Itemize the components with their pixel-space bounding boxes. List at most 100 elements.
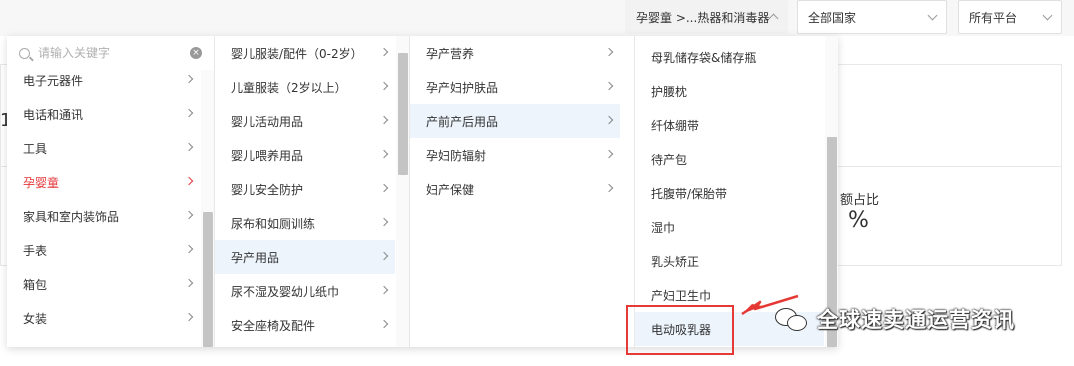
chevron-right-icon [379,319,389,329]
chevron-right-icon [379,47,389,57]
country-select-value: 全部国家 [808,10,857,25]
cascader-item-label: 手表 [23,243,48,258]
cascader-item[interactable]: 工具 [7,131,200,165]
search-input[interactable] [38,46,178,60]
category-cascader: 女装箱包手表家具和室内装饰品孕婴童工具电话和通讯电子元器件 × 安全座椅及配件尿… [7,36,838,347]
watermark: 全球速卖通运营资讯 [775,304,1015,334]
cascader-item-label: 安全座椅及配件 [231,318,316,333]
scrollbar[interactable] [201,70,214,347]
chevron-right-icon [604,149,614,159]
chevron-right-icon [184,74,194,84]
cascader-item[interactable]: 待产包 [635,142,824,176]
cascader-item-label: 产前产后用品 [426,114,499,129]
cascader-item-label: 孕婴童 [23,175,60,190]
chevron-right-icon [379,115,389,125]
cascader-column-3: 妇产保健 孕妇防辐射 产前产后用品 孕产妇护肤品 孕产营养 [410,36,635,347]
chevron-right-icon [604,47,614,57]
cascader-item-label: 孕妇防辐射 [426,148,487,163]
clear-icon[interactable]: × [190,47,202,59]
cascader-item-label: 工具 [23,141,48,156]
cascader-item-label: 尿不湿及婴幼儿纸巾 [231,284,340,299]
cascader-item[interactable]: 尿不湿及婴幼儿纸巾 [215,274,395,308]
cascader-item[interactable]: 安全座椅及配件 [215,308,395,342]
chevron-right-icon [184,312,194,322]
chevron-right-icon [379,285,389,295]
chevron-right-icon [379,217,389,227]
cascader-item-label: 箱包 [23,277,48,292]
cascader-item[interactable]: 孕妇防辐射 [410,138,620,172]
dashboard-metric-value: % [848,208,869,233]
chevron-right-icon [379,251,389,261]
scrollbar-thumb[interactable] [398,53,408,175]
cascader-column-2: 安全座椅及配件 尿不湿及婴幼儿纸巾 孕产用品 尿布和如厕训练 婴儿安全防护 婴儿喂养用品婴… [215,36,410,347]
cascader-item-label: 托腹带/保胎带 [651,186,728,201]
cascader-item-label: 电话和通讯 [23,107,84,122]
cascader-item[interactable]: 婴儿服装/配件（0-2岁） [215,36,395,70]
cascader-item-label: 儿童服装（2岁以上） [231,80,347,95]
cascader-item-label: 妇产保健 [426,182,475,197]
cascader-item-label: 产妇卫生巾 [651,288,712,303]
cascader-item[interactable]: 孕产用品 [215,240,395,274]
cascader-item[interactable]: 手表 [7,233,200,267]
cascader-item[interactable]: 儿童服装（2岁以上） [215,70,395,104]
chevron-right-icon [379,149,389,159]
cascader-item[interactable]: 电话和通讯 [7,97,200,131]
cascader-item[interactable]: 箱包 [7,267,200,301]
cascader-item-label: 孕产营养 [426,46,475,61]
watermark-text: 全球速卖通运营资讯 [817,308,1015,332]
scrollbar[interactable] [396,36,409,347]
cascader-item[interactable]: 湿巾 [635,210,824,244]
dashboard-metric-label: 额占比 [840,193,880,208]
cascader-item[interactable]: 护腰枕 [635,74,824,108]
cascader-item-label: 婴儿安全防护 [231,182,304,197]
chevron-right-icon [184,176,194,186]
cascader-item[interactable]: 婴儿安全防护 [215,172,395,206]
chevron-right-icon [379,81,389,91]
chevron-down-icon [927,10,938,21]
platform-select-value: 所有平台 [969,10,1018,25]
chevron-right-icon [184,108,194,118]
scrollbar-thumb[interactable] [203,212,213,347]
cascader-item[interactable]: 尿布和如厕训练 [215,206,395,240]
cascader-item[interactable]: 家具和室内装饰品 [7,199,200,233]
cascader-item-label: 婴儿喂养用品 [231,148,304,163]
platform-select[interactable]: 所有平台 [958,0,1062,34]
cascader-item[interactable]: 孕婴童 [7,165,200,199]
scrollbar[interactable] [825,36,838,347]
category-select-value: 孕婴童 >...热器和消毒器 [636,10,770,25]
cascader-item[interactable]: 妇产保健 [410,172,620,206]
cascader-item[interactable]: 孕产营养 [410,36,620,70]
cascader-item-label: 乳头矫正 [651,254,700,269]
cascader-item-label: 湿巾 [651,220,676,235]
cascader-item-label: 女装 [23,311,48,326]
cascader-item[interactable]: 纤体绷带 [635,108,824,142]
chevron-up-icon [768,13,779,24]
chevron-right-icon [604,115,614,125]
highlight-box [626,305,734,355]
cascader-item[interactable]: 托腹带/保胎带 [635,176,824,210]
country-select[interactable]: 全部国家 [797,0,947,34]
chevron-right-icon [379,183,389,193]
cascader-item[interactable]: 女装 [7,301,200,335]
cascader-item-label: 待产包 [651,152,688,167]
cascader-item[interactable]: 产前产后用品 [410,104,620,138]
cascader-item-label: 婴儿活动用品 [231,114,304,129]
cascader-item[interactable]: 母乳储存袋&储存瓶 [635,40,824,74]
cascader-item-label: 电子元器件 [23,73,84,88]
chevron-right-icon [184,278,194,288]
cascader-item-label: 家具和室内装饰品 [23,209,120,224]
search-box: × [7,36,214,70]
chevron-right-icon [184,142,194,152]
category-select[interactable]: 孕婴童 >...热器和消毒器 [625,0,788,34]
cascader-item[interactable]: 婴儿喂养用品 [215,138,395,172]
cascader-item[interactable]: 乳头矫正 [635,244,824,278]
chevron-right-icon [184,244,194,254]
cascader-item-label: 护腰枕 [651,84,688,99]
cascader-item-label: 婴儿服装/配件（0-2岁） [231,46,363,61]
wechat-icon [775,305,809,333]
cascader-item[interactable]: 孕产妇护肤品 [410,70,620,104]
cascader-item[interactable]: 婴儿活动用品 [215,104,395,138]
cascader-item-label: 母乳储存袋&储存瓶 [651,50,757,65]
cascader-item-label: 尿布和如厕训练 [231,216,316,231]
cascader-item-label: 孕产妇护肤品 [426,80,499,95]
